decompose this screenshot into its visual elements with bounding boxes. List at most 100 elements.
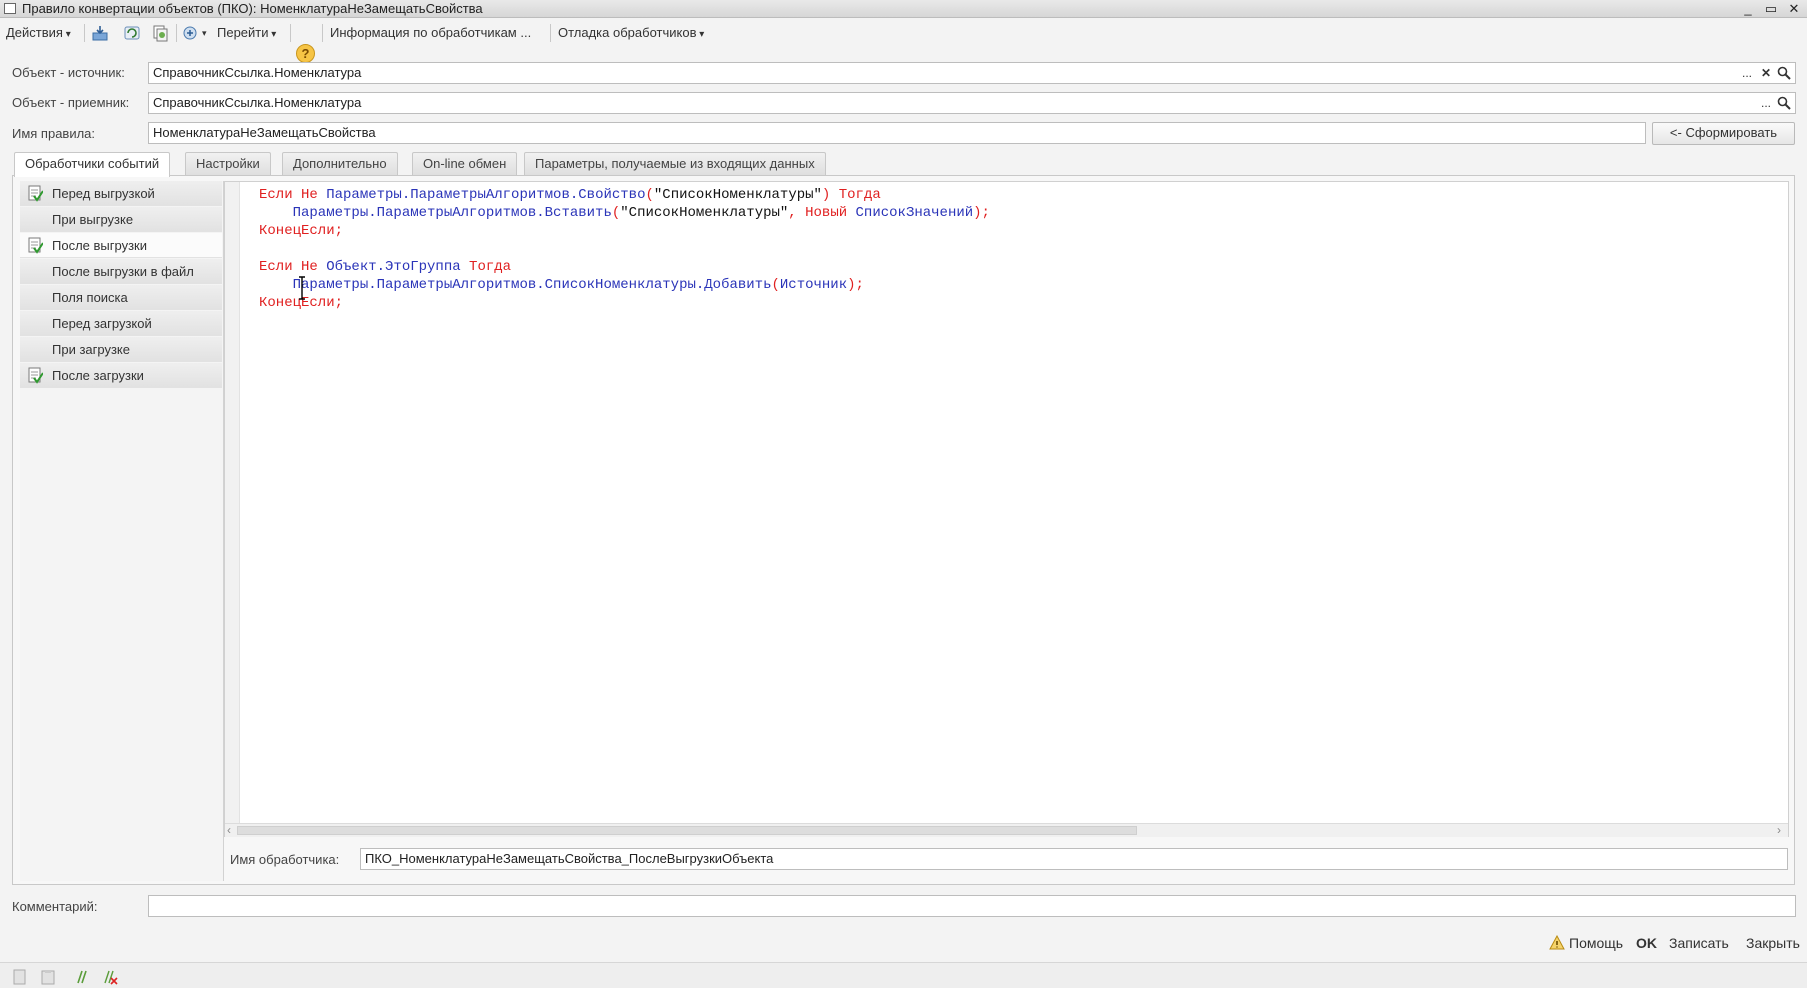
target-object-field[interactable]: СправочникСсылка.Номенклатура ... [148,92,1796,114]
code-token: ); [847,277,864,293]
wizard-icon[interactable] [182,24,200,42]
editor-gutter [225,182,240,836]
close-window-button[interactable]: ✕ [1784,0,1804,18]
select-ellipsis-icon[interactable]: ... [1758,95,1774,111]
toolbar-separator [322,24,323,42]
event-item-on-export[interactable]: При выгрузке [20,207,222,232]
event-label: После загрузки [52,368,144,383]
code-line: Если Не Объект.ЭтоГруппа Тогда [259,258,990,276]
debug-handlers-menu[interactable]: Отладка обработчиков [558,24,704,42]
search-icon[interactable] [1776,95,1792,111]
code-line: Параметры.ПараметрыАлгоритмов.Вставить("… [259,204,990,222]
search-icon[interactable] [1776,65,1792,81]
code-line: КонецЕсли; [259,222,990,240]
actions-menu[interactable]: Действия [6,24,71,42]
maximize-button[interactable]: ▭ [1761,0,1781,18]
tab-online-exchange[interactable]: On-line обмен [412,152,518,176]
import-export-icon[interactable] [91,24,109,42]
copy-icon[interactable] [151,24,169,42]
event-label: После выгрузки [52,238,147,253]
tab-event-handlers[interactable]: Обработчики событий [14,152,171,177]
rule-name-value: НоменклатураНеЗамещатьСвойства [153,125,376,140]
uncomment-icon[interactable] [102,969,118,985]
toolbar-separator [84,24,85,42]
code-line: Если Не Параметры.ПараметрыАлгоритмов.Св… [259,186,990,204]
handler-name-field[interactable]: ПКО_НоменклатураНеЗамещатьСвойства_После… [360,848,1788,870]
title-bar: Правило конвертации объектов (ПКО): Номе… [0,0,1807,18]
comment-label: Комментарий: [12,899,98,914]
scroll-right-icon[interactable]: › [1777,823,1781,837]
event-item-after-export[interactable]: После выгрузки [20,233,222,258]
code-token: ) [821,187,839,203]
comment-out-icon[interactable] [74,969,90,985]
ok-button[interactable]: OK [1636,934,1657,952]
goto-menu[interactable]: Перейти [217,24,276,42]
source-object-field[interactable]: СправочникСсылка.Номенклатура ... ✕ [148,62,1796,84]
code-token: "СписокНоменклатуры" [620,205,789,221]
select-ellipsis-icon[interactable]: ... [1739,65,1755,81]
rule-name-field[interactable]: НоменклатураНеЗамещатьСвойства [148,122,1646,144]
tab-settings[interactable]: Настройки [185,152,271,176]
event-label: Перед выгрузкой [52,186,155,201]
handlers-info-button[interactable]: Информация по обработчикам ... [330,24,531,42]
handler-name-label: Имя обработчика: [230,852,340,867]
tab-additional[interactable]: Дополнительно [282,152,398,176]
document-icon[interactable] [12,969,28,985]
code-editor[interactable]: Если Не Параметры.ПараметрыАлгоритмов.Св… [224,181,1789,837]
handler-defined-icon [28,367,43,384]
code-token: ; [334,223,344,239]
scrollbar-thumb[interactable] [237,826,1137,835]
refresh-icon[interactable] [123,24,141,42]
comment-field[interactable] [148,895,1796,917]
event-item-after-import[interactable]: После загрузки [20,363,222,388]
save-button[interactable]: Записать [1669,934,1729,952]
handler-name-value: ПКО_НоменклатураНеЗамещатьСвойства_После… [365,851,774,866]
event-list: Перед выгрузкой При выгрузке После выгру… [20,181,224,881]
event-label: При выгрузке [52,212,134,227]
source-object-value: СправочникСсылка.Номенклатура [153,65,362,80]
code-token: ); [973,205,990,221]
event-label: Поля поиска [52,290,128,305]
code-token: Тогда [838,187,881,203]
help-button[interactable]: Помощь [1569,934,1623,952]
status-bar [0,962,1807,988]
target-object-value: СправочникСсылка.Номенклатура [153,95,362,110]
toolbar-separator [176,24,177,42]
scroll-left-icon[interactable]: ‹ [227,823,231,837]
event-item-before-export[interactable]: Перед выгрузкой [20,181,222,206]
rule-name-label: Имя правила: [12,126,96,141]
event-item-before-import[interactable]: Перед загрузкой [20,311,222,336]
code-token: Новый [805,205,856,221]
code-token: Если Не [259,187,327,203]
event-item-on-import[interactable]: При загрузке [20,337,222,362]
code-token: ; [334,295,344,311]
wizard-dropdown-icon[interactable]: ▾ [202,24,207,42]
toolbar-separator [290,24,291,42]
minimize-button[interactable]: _ [1738,0,1758,18]
text-cursor-icon [299,276,305,300]
tab-incoming-parameters[interactable]: Параметры, получаемые из входящих данных [524,152,826,176]
code-token: Параметры.ПараметрыАлгоритмов.Свойство [326,187,646,203]
code-text[interactable]: Если Не Параметры.ПараметрыАлгоритмов.Св… [259,186,990,312]
event-label: При загрузке [52,342,130,357]
help-icon[interactable]: ? [296,44,315,63]
code-token: КонецЕсли [259,295,335,311]
clipboard-icon[interactable] [40,969,56,985]
source-object-label: Объект - источник: [12,65,125,80]
event-item-after-export-to-file[interactable]: После выгрузки в файл [20,259,222,284]
event-label: Перед загрузкой [52,316,152,331]
clear-icon[interactable]: ✕ [1758,65,1774,81]
code-token: Если Не [259,259,327,275]
event-item-search-fields[interactable]: Поля поиска [20,285,222,310]
toolbar: Действия ▾ Перейти ? Информация по обраб… [0,20,1807,63]
code-token: Объект.ЭтоГруппа [326,259,470,275]
code-line: КонецЕсли; [259,294,990,312]
code-token: ( [611,205,621,221]
horizontal-scrollbar[interactable]: ‹ › [225,823,1788,837]
close-button[interactable]: Закрыть [1746,934,1800,952]
app-window-icon [4,3,16,14]
code-token: "СписокНоменклатуры" [653,187,822,203]
code-token: , [788,205,806,221]
generate-button[interactable]: <- Сформировать [1652,122,1795,145]
